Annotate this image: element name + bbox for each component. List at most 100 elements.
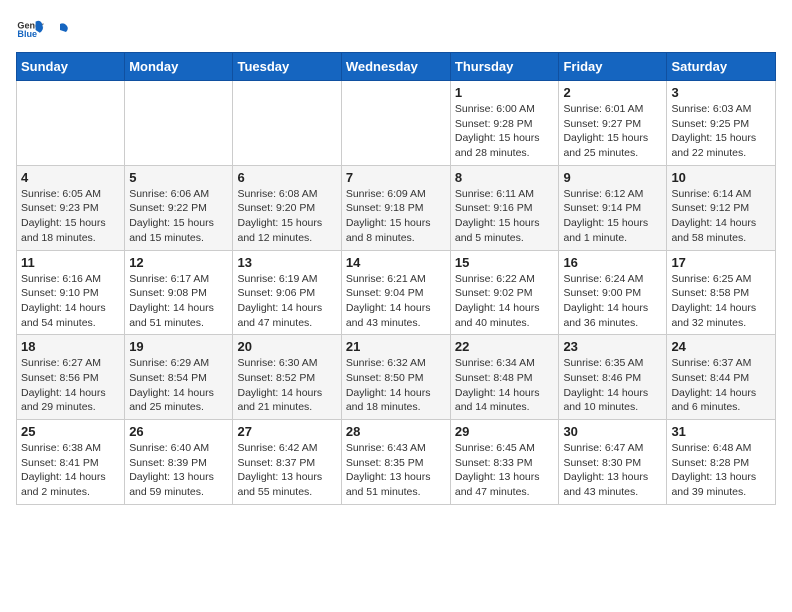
day-number: 7 bbox=[346, 170, 446, 185]
calendar-cell: 27Sunrise: 6:42 AM Sunset: 8:37 PM Dayli… bbox=[233, 420, 341, 505]
day-number: 5 bbox=[129, 170, 228, 185]
day-info: Sunrise: 6:05 AM Sunset: 9:23 PM Dayligh… bbox=[21, 187, 120, 246]
day-number: 21 bbox=[346, 339, 446, 354]
calendar-cell: 2 Sunrise: 6:01 AM Sunset: 9:27 PM Daylig… bbox=[559, 81, 667, 166]
calendar-cell: 9 Sunrise: 6:12 AM Sunset: 9:14 PM Daylig… bbox=[559, 165, 667, 250]
day-header-monday: Monday bbox=[125, 53, 233, 81]
calendar-cell: 4 Sunrise: 6:05 AM Sunset: 9:23 PM Daylig… bbox=[17, 165, 125, 250]
calendar-week-1: 1Sunrise: 6:00 AM Sunset: 9:28 PM Daylig… bbox=[17, 81, 776, 166]
day-info: Sunrise: 6:40 AM Sunset: 8:39 PM Dayligh… bbox=[129, 441, 228, 500]
day-number: 2 bbox=[563, 85, 662, 100]
calendar-cell bbox=[233, 81, 341, 166]
day-number: 13 bbox=[237, 255, 336, 270]
day-number: 23 bbox=[563, 339, 662, 354]
calendar-week-5: 25 Sunrise: 6:38 AM Sunset: 8:41 PM Dayli… bbox=[17, 420, 776, 505]
calendar-cell: 28 Sunrise: 6:43 AM Sunset: 8:35 PM Dayli… bbox=[341, 420, 450, 505]
day-info: Sunrise: 6:17 AM Sunset: 9:08 PM Dayligh… bbox=[129, 272, 228, 331]
calendar-cell: 18Sunrise: 6:27 AM Sunset: 8:56 PM Dayli… bbox=[17, 335, 125, 420]
calendar-cell: 5 Sunrise: 6:06 AM Sunset: 9:22 PM Daylig… bbox=[125, 165, 233, 250]
day-info: Sunrise: 6:25 AM Sunset: 8:58 PM Dayligh… bbox=[671, 272, 771, 331]
calendar-cell: 3Sunrise: 6:03 AM Sunset: 9:25 PM Daylig… bbox=[667, 81, 776, 166]
day-info: Sunrise: 6:01 AM Sunset: 9:27 PM Dayligh… bbox=[563, 102, 662, 161]
day-info: Sunrise: 6:34 AM Sunset: 8:48 PM Dayligh… bbox=[455, 356, 555, 415]
calendar-cell: 7 Sunrise: 6:09 AM Sunset: 9:18 PM Daylig… bbox=[341, 165, 450, 250]
day-number: 15 bbox=[455, 255, 555, 270]
day-number: 4 bbox=[21, 170, 120, 185]
day-info: Sunrise: 6:09 AM Sunset: 9:18 PM Dayligh… bbox=[346, 187, 446, 246]
calendar-week-2: 4 Sunrise: 6:05 AM Sunset: 9:23 PM Daylig… bbox=[17, 165, 776, 250]
calendar-cell: 23 Sunrise: 6:35 AM Sunset: 8:46 PM Dayli… bbox=[559, 335, 667, 420]
calendar-cell: 6Sunrise: 6:08 AM Sunset: 9:20 PM Daylig… bbox=[233, 165, 341, 250]
day-number: 24 bbox=[671, 339, 771, 354]
day-number: 1 bbox=[455, 85, 555, 100]
day-number: 10 bbox=[671, 170, 771, 185]
day-info: Sunrise: 6:43 AM Sunset: 8:35 PM Dayligh… bbox=[346, 441, 446, 500]
calendar-cell bbox=[17, 81, 125, 166]
day-header-sunday: Sunday bbox=[17, 53, 125, 81]
calendar-header: SundayMondayTuesdayWednesdayThursdayFrid… bbox=[17, 53, 776, 81]
day-info: Sunrise: 6:42 AM Sunset: 8:37 PM Dayligh… bbox=[237, 441, 336, 500]
calendar-cell: 16Sunrise: 6:24 AM Sunset: 9:00 PM Dayli… bbox=[559, 250, 667, 335]
day-number: 17 bbox=[671, 255, 771, 270]
logo: General Blue bbox=[16, 16, 70, 44]
calendar-cell: 29Sunrise: 6:45 AM Sunset: 8:33 PM Dayli… bbox=[450, 420, 559, 505]
calendar-cell bbox=[341, 81, 450, 166]
calendar-cell: 24 Sunrise: 6:37 AM Sunset: 8:44 PM Dayli… bbox=[667, 335, 776, 420]
calendar-cell: 31 Sunrise: 6:48 AM Sunset: 8:28 PM Dayli… bbox=[667, 420, 776, 505]
calendar-cell: 17 Sunrise: 6:25 AM Sunset: 8:58 PM Dayli… bbox=[667, 250, 776, 335]
day-header-friday: Friday bbox=[559, 53, 667, 81]
day-number: 20 bbox=[237, 339, 336, 354]
day-number: 22 bbox=[455, 339, 555, 354]
calendar-cell: 20 Sunrise: 6:30 AM Sunset: 8:52 PM Dayli… bbox=[233, 335, 341, 420]
day-info: Sunrise: 6:12 AM Sunset: 9:14 PM Dayligh… bbox=[563, 187, 662, 246]
day-number: 6 bbox=[237, 170, 336, 185]
day-number: 28 bbox=[346, 424, 446, 439]
day-info: Sunrise: 6:32 AM Sunset: 8:50 PM Dayligh… bbox=[346, 356, 446, 415]
calendar-cell: 30Sunrise: 6:47 AM Sunset: 8:30 PM Dayli… bbox=[559, 420, 667, 505]
day-info: Sunrise: 6:16 AM Sunset: 9:10 PM Dayligh… bbox=[21, 272, 120, 331]
day-info: Sunrise: 6:06 AM Sunset: 9:22 PM Dayligh… bbox=[129, 187, 228, 246]
calendar-cell: 25 Sunrise: 6:38 AM Sunset: 8:41 PM Dayli… bbox=[17, 420, 125, 505]
calendar-cell: 8 Sunrise: 6:11 AM Sunset: 9:16 PM Daylig… bbox=[450, 165, 559, 250]
calendar-cell: 14 Sunrise: 6:21 AM Sunset: 9:04 PM Dayli… bbox=[341, 250, 450, 335]
day-info: Sunrise: 6:22 AM Sunset: 9:02 PM Dayligh… bbox=[455, 272, 555, 331]
calendar-cell: 15 Sunrise: 6:22 AM Sunset: 9:02 PM Dayli… bbox=[450, 250, 559, 335]
day-info: Sunrise: 6:29 AM Sunset: 8:54 PM Dayligh… bbox=[129, 356, 228, 415]
day-info: Sunrise: 6:11 AM Sunset: 9:16 PM Dayligh… bbox=[455, 187, 555, 246]
calendar-table: SundayMondayTuesdayWednesdayThursdayFrid… bbox=[16, 52, 776, 505]
calendar-cell: 1Sunrise: 6:00 AM Sunset: 9:28 PM Daylig… bbox=[450, 81, 559, 166]
day-number: 12 bbox=[129, 255, 228, 270]
calendar-cell: 26 Sunrise: 6:40 AM Sunset: 8:39 PM Dayli… bbox=[125, 420, 233, 505]
day-info: Sunrise: 6:21 AM Sunset: 9:04 PM Dayligh… bbox=[346, 272, 446, 331]
svg-text:Blue: Blue bbox=[17, 29, 37, 39]
day-number: 25 bbox=[21, 424, 120, 439]
day-info: Sunrise: 6:35 AM Sunset: 8:46 PM Dayligh… bbox=[563, 356, 662, 415]
day-info: Sunrise: 6:30 AM Sunset: 8:52 PM Dayligh… bbox=[237, 356, 336, 415]
calendar-cell: 13 Sunrise: 6:19 AM Sunset: 9:06 PM Dayli… bbox=[233, 250, 341, 335]
day-number: 26 bbox=[129, 424, 228, 439]
day-number: 14 bbox=[346, 255, 446, 270]
day-number: 30 bbox=[563, 424, 662, 439]
day-number: 31 bbox=[671, 424, 771, 439]
calendar-cell bbox=[125, 81, 233, 166]
calendar-cell: 21 Sunrise: 6:32 AM Sunset: 8:50 PM Dayli… bbox=[341, 335, 450, 420]
day-header-tuesday: Tuesday bbox=[233, 53, 341, 81]
day-number: 19 bbox=[129, 339, 228, 354]
day-info: Sunrise: 6:37 AM Sunset: 8:44 PM Dayligh… bbox=[671, 356, 771, 415]
calendar-cell: 19 Sunrise: 6:29 AM Sunset: 8:54 PM Dayli… bbox=[125, 335, 233, 420]
day-info: Sunrise: 6:27 AM Sunset: 8:56 PM Dayligh… bbox=[21, 356, 120, 415]
day-info: Sunrise: 6:19 AM Sunset: 9:06 PM Dayligh… bbox=[237, 272, 336, 331]
day-info: Sunrise: 6:24 AM Sunset: 9:00 PM Dayligh… bbox=[563, 272, 662, 331]
calendar-cell: 10Sunrise: 6:14 AM Sunset: 9:12 PM Dayli… bbox=[667, 165, 776, 250]
day-info: Sunrise: 6:38 AM Sunset: 8:41 PM Dayligh… bbox=[21, 441, 120, 500]
calendar-cell: 22 Sunrise: 6:34 AM Sunset: 8:48 PM Dayli… bbox=[450, 335, 559, 420]
day-info: Sunrise: 6:48 AM Sunset: 8:28 PM Dayligh… bbox=[671, 441, 771, 500]
day-info: Sunrise: 6:03 AM Sunset: 9:25 PM Dayligh… bbox=[671, 102, 771, 161]
day-header-thursday: Thursday bbox=[450, 53, 559, 81]
page-header: General Blue bbox=[16, 16, 776, 44]
logo-icon: General Blue bbox=[16, 16, 44, 44]
day-number: 11 bbox=[21, 255, 120, 270]
logo-bird-icon bbox=[50, 20, 70, 40]
day-number: 9 bbox=[563, 170, 662, 185]
day-number: 8 bbox=[455, 170, 555, 185]
